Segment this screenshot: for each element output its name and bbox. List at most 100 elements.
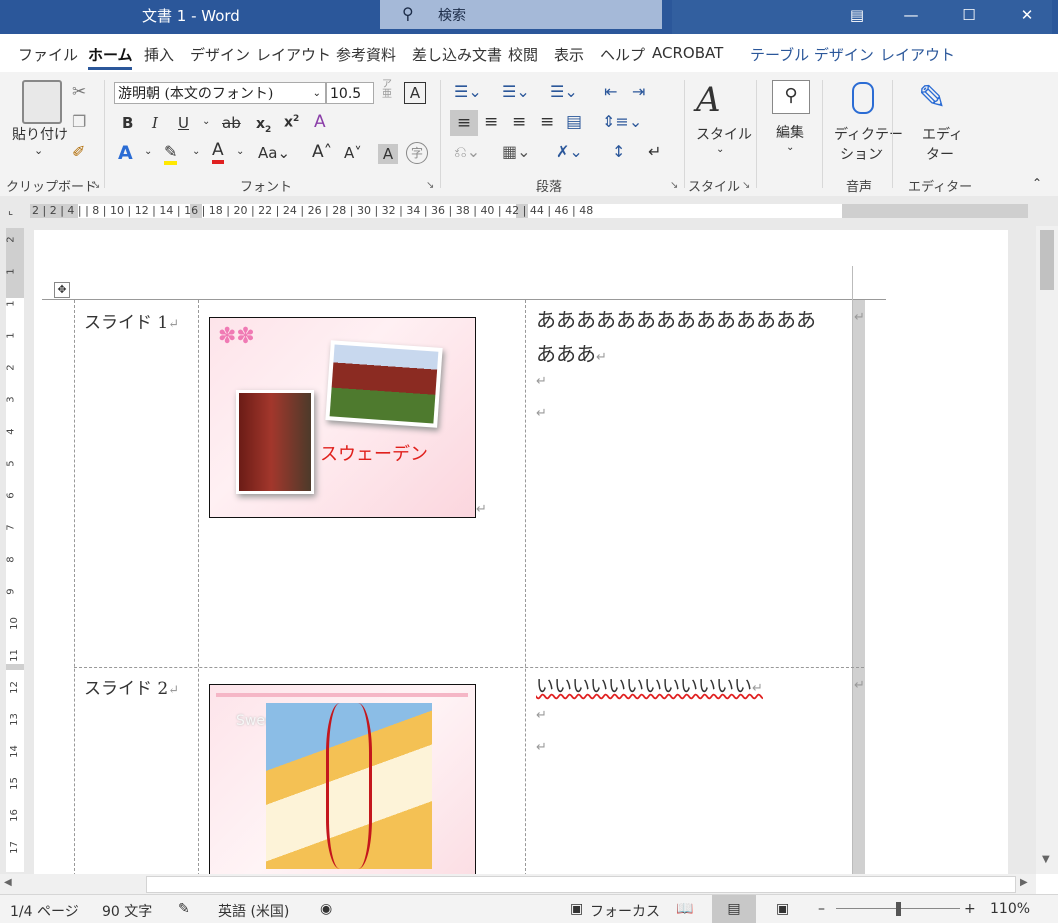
read-mode-icon[interactable]: 📖 [676, 901, 693, 917]
zoom-out-button[interactable]: – [818, 901, 825, 917]
strikethrough-button[interactable]: ab [222, 114, 241, 132]
underline-dropdown-icon[interactable]: ⌄ [202, 116, 210, 127]
close-button[interactable]: ✕ [1004, 0, 1050, 30]
show-paragraph-marks-icon[interactable]: ↵ [648, 142, 661, 161]
phonetic-guide-icon[interactable]: ア亜 [382, 80, 392, 100]
dialog-launcher-icon[interactable]: ↘ [742, 180, 750, 191]
line-spacing-icon[interactable]: ⇕≡⌄ [602, 112, 642, 131]
align-right-icon[interactable]: ≡ [512, 112, 526, 132]
font-color-dropdown-icon[interactable]: ⌄ [236, 146, 244, 157]
vertical-scrollbar[interactable]: ▼ [1036, 226, 1058, 874]
slide-thumbnail[interactable]: ✽✽ スウェーデン [209, 317, 476, 518]
microphone-icon[interactable] [852, 82, 874, 114]
zoom-in-button[interactable]: + [964, 901, 976, 917]
language-indicator[interactable]: 英語 (米国) [218, 901, 289, 921]
proofing-icon[interactable]: ✎ [178, 901, 190, 917]
font-name-combo[interactable]: 游明朝 (本文のフォント) ⌄ [114, 82, 326, 104]
scroll-right-icon[interactable]: ▶ [1020, 877, 1028, 888]
page-count[interactable]: 1/4 ページ [10, 901, 79, 921]
change-case-icon[interactable]: Aa⌄ [258, 144, 290, 162]
tab-layout[interactable]: レイアウト [256, 44, 331, 65]
search-icon[interactable]: ⚲ [772, 80, 810, 114]
edit-dropdown-icon[interactable]: ⌄ [786, 142, 794, 153]
paste-button-label[interactable]: 貼り付け [12, 124, 68, 144]
clear-formatting-icon[interactable]: A [314, 112, 326, 132]
asian-layout-icon[interactable]: ✗⌄ [556, 142, 583, 161]
web-layout-icon[interactable]: ▣ [776, 901, 789, 917]
justify-icon[interactable]: ≡ [540, 112, 554, 132]
enclose-characters-icon[interactable]: 字 [406, 142, 428, 164]
editor-label-line2[interactable]: ター [926, 144, 954, 164]
subscript-button[interactable]: x2 [256, 116, 271, 135]
tab-review[interactable]: 校閲 [508, 44, 538, 65]
table-move-handle-icon[interactable]: ✥ [54, 282, 70, 298]
tab-selector-icon[interactable]: ⌞ [8, 204, 13, 217]
vertical-scroll-thumb[interactable] [1040, 230, 1054, 290]
horizontal-scrollbar[interactable]: ◀ ▶ [0, 874, 1036, 894]
sort-icon[interactable]: ↕ [612, 142, 625, 161]
format-painter-icon[interactable]: ✐ [72, 142, 85, 161]
dictation-dropdown-icon[interactable]: ⌄ [876, 144, 884, 155]
align-center-icon[interactable]: ≡ [484, 112, 498, 132]
decrease-indent-icon[interactable]: ⇤ [604, 82, 617, 101]
borders-icon[interactable]: ▦⌄ [502, 142, 531, 161]
highlight-dropdown-icon[interactable]: ⌄ [192, 146, 200, 157]
character-shading-icon[interactable]: A [378, 144, 398, 164]
font-color-icon[interactable]: A [212, 140, 224, 164]
text-effects-dropdown-icon[interactable]: ⌄ [144, 146, 152, 157]
multilevel-list-icon[interactable]: ☰⌄ [550, 82, 578, 101]
tab-design[interactable]: デザイン [190, 44, 250, 65]
minimize-button[interactable]: — [888, 0, 934, 30]
maximize-button[interactable]: ☐ [946, 0, 992, 30]
slide-thumbnail[interactable]: Sweden MAP [209, 684, 476, 876]
editor-icon[interactable]: ✎ [918, 78, 947, 118]
superscript-button[interactable]: x2 [284, 114, 299, 131]
paste-icon[interactable] [22, 80, 62, 124]
tab-mailings[interactable]: 差し込み文書 [412, 44, 504, 65]
ribbon-display-options-icon[interactable]: ▤ [834, 0, 880, 30]
grow-font-icon[interactable]: A˄ [312, 142, 332, 162]
highlight-color-icon[interactable]: ✎ [164, 142, 178, 165]
zoom-level[interactable]: 110% [990, 901, 1030, 917]
focus-mode-button[interactable]: フォーカス [590, 901, 660, 921]
distributed-icon[interactable]: ▤ [566, 112, 582, 132]
word-count[interactable]: 90 文字 [102, 901, 152, 921]
scroll-down-icon[interactable]: ▼ [1042, 854, 1050, 865]
character-border-icon[interactable]: A [404, 82, 426, 104]
search-box[interactable]: ⚲ 検索 [380, 0, 662, 29]
focus-icon[interactable]: ▣ [570, 901, 583, 917]
dialog-launcher-icon[interactable]: ↘ [426, 180, 434, 191]
italic-button[interactable]: I [152, 114, 158, 132]
align-left-icon[interactable]: ≡ [450, 110, 478, 136]
cut-icon[interactable]: ✂ [72, 82, 86, 102]
shrink-font-icon[interactable]: A˅ [344, 144, 362, 162]
accessibility-icon[interactable]: ◉ [320, 901, 332, 917]
bold-button[interactable]: B [122, 114, 133, 132]
styles-button-label[interactable]: スタイル [696, 124, 752, 144]
edit-button-label[interactable]: 編集 [776, 122, 804, 142]
bullets-icon[interactable]: ☰⌄ [454, 82, 482, 101]
increase-indent-icon[interactable]: ⇥ [632, 82, 645, 101]
print-layout-icon[interactable]: ▤ [712, 895, 756, 923]
horizontal-scroll-thumb[interactable] [146, 876, 1016, 893]
dialog-launcher-icon[interactable]: ↘ [670, 180, 678, 191]
paste-dropdown-icon[interactable]: ⌄ [34, 144, 43, 157]
tab-view[interactable]: 表示 [554, 44, 584, 65]
tab-references[interactable]: 参考資料 [336, 44, 396, 65]
tab-file[interactable]: ファイル [18, 44, 78, 65]
tab-insert[interactable]: 挿入 [144, 44, 174, 65]
scroll-left-icon[interactable]: ◀ [4, 877, 12, 888]
font-size-combo[interactable]: 10.5 [326, 82, 374, 104]
styles-icon[interactable]: A [696, 80, 721, 120]
copy-icon[interactable]: ❐ [72, 112, 86, 131]
tab-acrobat[interactable]: ACROBAT [652, 44, 723, 62]
tab-home[interactable]: ホーム [88, 44, 133, 65]
tab-table-layout[interactable]: レイアウト [880, 44, 955, 65]
numbering-icon[interactable]: ☰⌄ [502, 82, 530, 101]
collapse-ribbon-icon[interactable]: ⌃ [1032, 176, 1042, 190]
shading-icon[interactable]: ⎌⌄ [454, 142, 480, 162]
tab-help[interactable]: ヘルプ [600, 44, 645, 65]
dialog-launcher-icon[interactable]: ↘ [92, 180, 100, 191]
styles-dropdown-icon[interactable]: ⌄ [716, 144, 724, 155]
zoom-slider-thumb[interactable] [896, 902, 901, 916]
